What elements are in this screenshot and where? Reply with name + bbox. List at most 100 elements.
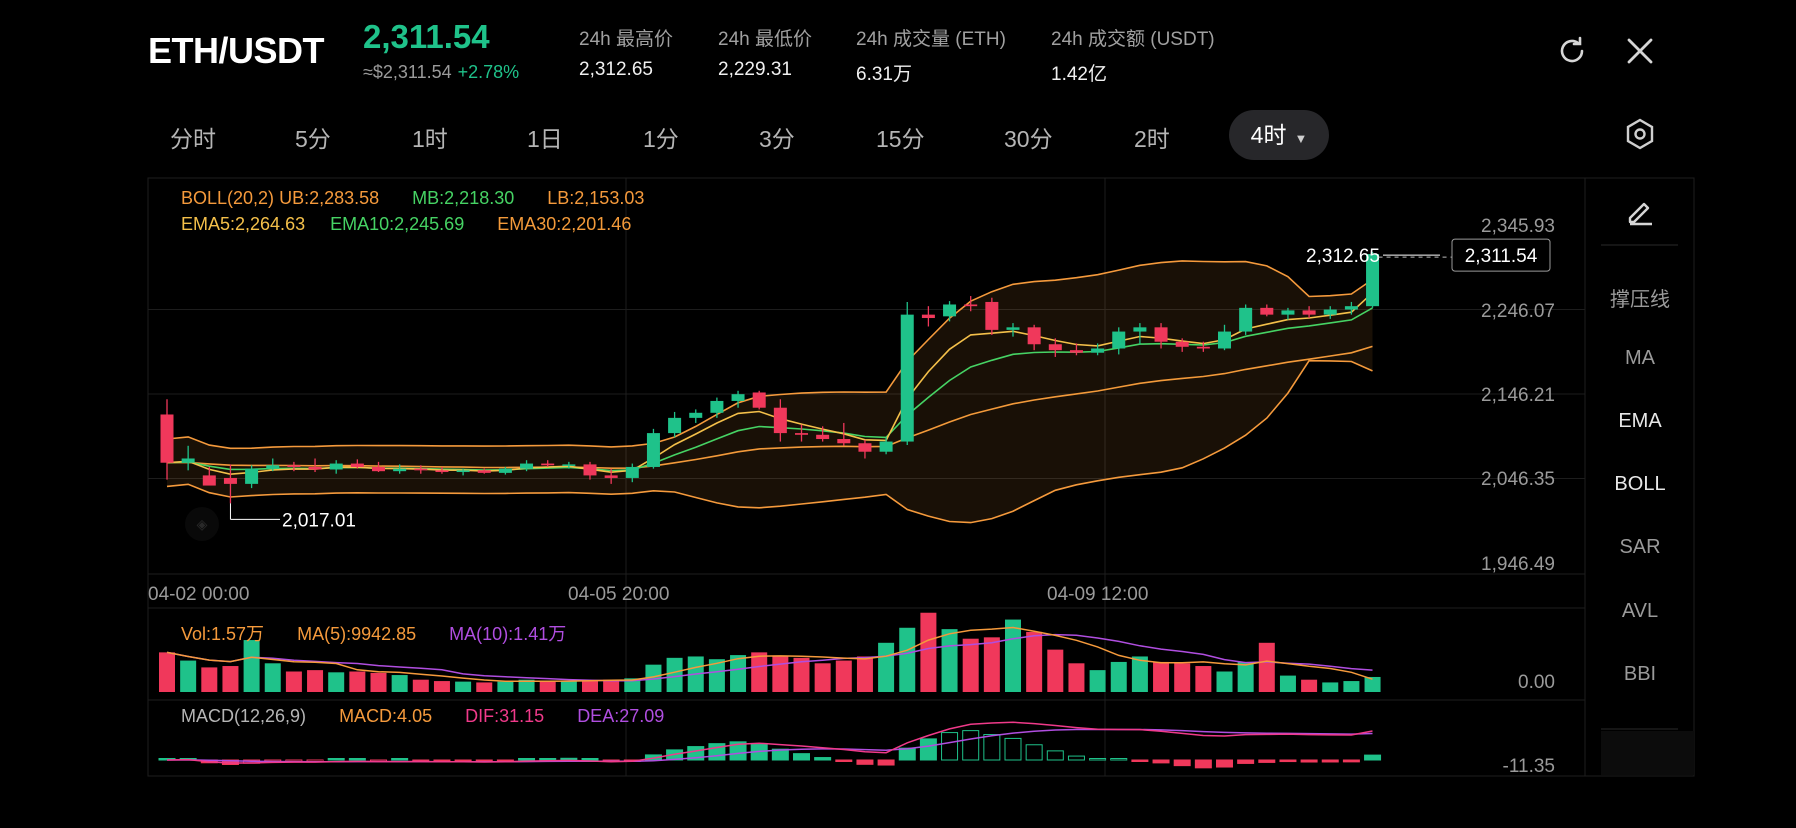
price-axis-tick: 2,246.07 — [1481, 301, 1555, 322]
candle-body — [1091, 348, 1105, 353]
macd-bar — [1004, 737, 1022, 761]
vol-value: Vol:1.57万 — [181, 624, 265, 644]
volume-bar — [1068, 663, 1085, 692]
svg-text:◈: ◈ — [197, 517, 208, 533]
macd-bar — [581, 758, 599, 761]
volume-bar — [1216, 671, 1233, 692]
volume-bar — [1089, 670, 1106, 692]
volume-bar — [455, 681, 472, 692]
candle-body — [1239, 307, 1253, 332]
volume-bar — [370, 672, 387, 692]
volume-bar — [835, 660, 852, 692]
macd-bar — [1173, 759, 1191, 767]
macd-bar — [919, 738, 937, 761]
side-item-avl[interactable]: AVL — [1585, 600, 1695, 623]
macd-bar — [877, 759, 895, 766]
time-axis-tick: 04-09 12:00 — [1047, 584, 1148, 605]
candle-body — [329, 463, 343, 470]
vol-ma10: MA(10):1.41万 — [449, 624, 567, 644]
candle-body — [943, 304, 957, 317]
candle-body — [921, 314, 935, 319]
volume-bar — [1153, 661, 1170, 692]
volume-bar — [751, 652, 768, 692]
vol-ma5: MA(5):9942.85 — [297, 624, 417, 644]
candle — [668, 411, 682, 438]
ema-legend: EMA5:2,264.63 EMA10:2,245.69 EMA30:2,201… — [181, 214, 631, 235]
macd-histogram — [158, 721, 1382, 769]
dif-line — [166, 721, 1373, 764]
vol-legend: Vol:1.57万 MA(5):9942.85 MA(10):1.41万 — [181, 620, 566, 646]
candle-body — [858, 443, 872, 452]
candle-body — [393, 468, 407, 472]
candle-body — [202, 475, 216, 486]
macd-bar — [941, 732, 959, 761]
candle-body — [181, 458, 195, 463]
candle — [900, 301, 914, 445]
volume-bar — [1195, 666, 1212, 692]
volume-bar — [1364, 676, 1381, 692]
side-item-support-resistance[interactable]: 撑压线 — [1585, 283, 1695, 312]
price-axis-tick: 2,046.35 — [1481, 469, 1555, 490]
candle-body — [223, 477, 237, 484]
macd-bar — [814, 757, 832, 761]
side-item-sar[interactable]: SAR — [1585, 536, 1695, 559]
volume-bar — [1047, 649, 1064, 692]
candle-body — [985, 301, 999, 330]
macd-value: MACD:4.05 — [339, 706, 433, 726]
candle-body — [1302, 310, 1316, 315]
boll-fill — [167, 260, 1373, 523]
volume-bar — [222, 666, 239, 692]
macd-bar — [391, 758, 409, 761]
volume-bar — [497, 681, 514, 692]
volume-bar — [1258, 642, 1275, 692]
volume-bar — [285, 671, 302, 692]
macd-bar — [1364, 754, 1382, 761]
side-item-ma[interactable]: MA — [1585, 347, 1695, 370]
macd-bar — [793, 753, 810, 761]
macd-bar — [518, 758, 536, 761]
candle-body — [752, 392, 766, 408]
ema10-value: EMA10:2,245.69 — [330, 214, 465, 234]
volume-bar — [1301, 679, 1318, 692]
volume-bar — [983, 637, 1000, 692]
macd-bar — [898, 747, 916, 761]
chart-canvas[interactable]: 2,312.65 2,311.54 2,017.01 2,345.93 2,246.0… — [0, 0, 1796, 828]
candle-body — [414, 468, 428, 471]
macd-bar — [1279, 759, 1297, 763]
candle-body — [287, 465, 301, 467]
last-price-label: 2,311.54 — [1465, 246, 1538, 267]
volume-bar — [201, 667, 218, 692]
price-axis-tick: 1,946.49 — [1481, 554, 1555, 575]
volume-bar — [878, 642, 895, 692]
boll-lb: LB:2,153.03 — [547, 188, 645, 208]
volume-bar — [412, 679, 429, 692]
volume-bar — [962, 638, 979, 692]
side-item-ema[interactable]: EMA — [1585, 410, 1695, 433]
high-price-label: 2,312.65 — [1306, 246, 1380, 267]
volume-bar — [856, 656, 873, 692]
macd-bar — [1237, 759, 1255, 764]
candle — [646, 428, 660, 469]
macd-legend: MACD(12,26,9) MACD:4.05 DIF:31.15 DEA:27… — [181, 706, 664, 727]
candle-body — [477, 470, 491, 473]
volume-bar — [391, 675, 408, 692]
candle-body — [498, 468, 512, 473]
candle-body — [795, 433, 808, 435]
boll-band — [166, 260, 1373, 524]
volume-bar — [814, 663, 831, 692]
price-axis-tick: 2,146.21 — [1481, 385, 1555, 406]
pencil-icon[interactable] — [1622, 193, 1658, 229]
candle-body — [562, 464, 576, 466]
volume-bar — [1026, 631, 1043, 692]
candle-body — [308, 466, 322, 470]
side-item-boll[interactable]: BOLL — [1585, 473, 1695, 496]
candle-body — [964, 304, 978, 307]
volume-bar — [180, 660, 197, 692]
candle-body — [350, 463, 364, 467]
candle-body — [689, 412, 703, 418]
candle-body — [773, 407, 787, 434]
side-item-bbi[interactable]: BBI — [1585, 663, 1695, 686]
volume-axis-tick: 0.00 — [1518, 672, 1555, 693]
volume-bar — [243, 640, 260, 692]
macd-bar — [1321, 759, 1339, 763]
